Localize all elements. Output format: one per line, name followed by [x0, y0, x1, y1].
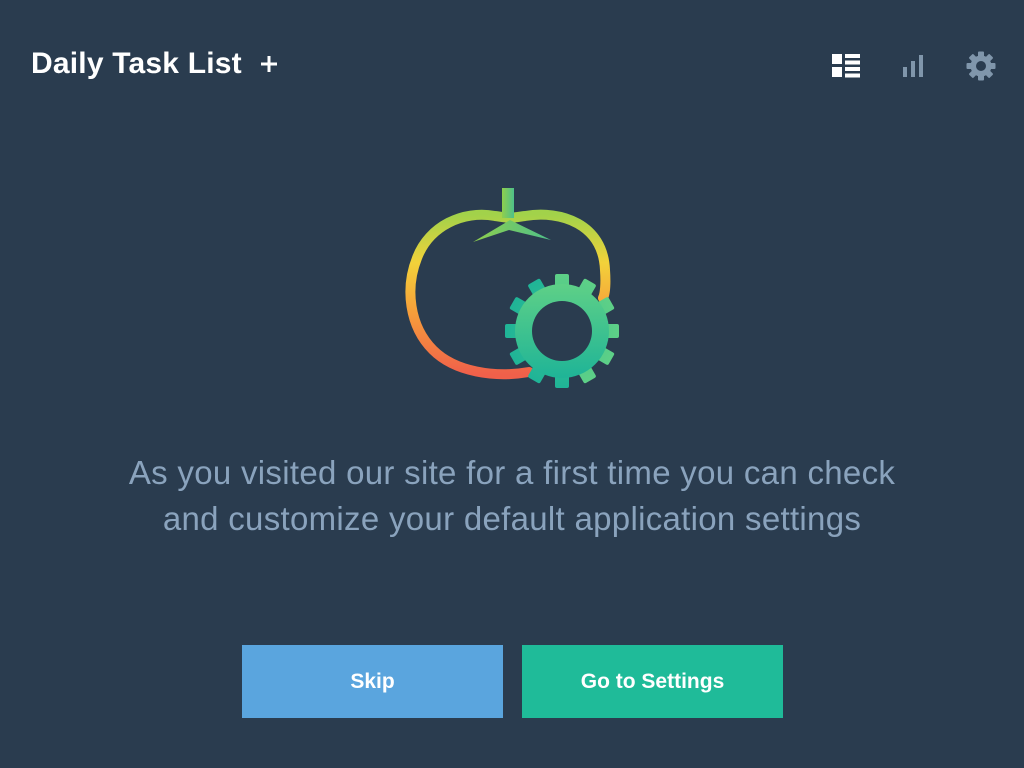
skip-button[interactable]: Skip [242, 645, 503, 718]
tomato-gear-illustration [395, 180, 635, 400]
plus-icon [261, 56, 277, 72]
add-task-button[interactable] [255, 48, 283, 80]
list-icon [832, 54, 860, 78]
welcome-message: As you visited our site for a first time… [60, 450, 964, 542]
bar-chart-icon [903, 55, 923, 77]
statistics-button[interactable] [895, 48, 931, 84]
page-title: Daily Task List [31, 47, 242, 80]
welcome-message-line: and customize your default application s… [162, 500, 862, 537]
settings-button[interactable] [963, 48, 999, 84]
go-to-settings-button[interactable]: Go to Settings [522, 645, 783, 718]
header: Daily Task List [0, 0, 1024, 130]
app-window: Daily Task List As you visited our site … [0, 0, 1024, 768]
welcome-message-line: As you visited our site for a first time… [128, 454, 896, 491]
tomato-gear-icon [405, 188, 619, 388]
list-view-button[interactable] [828, 48, 864, 84]
gear-icon [966, 51, 996, 81]
